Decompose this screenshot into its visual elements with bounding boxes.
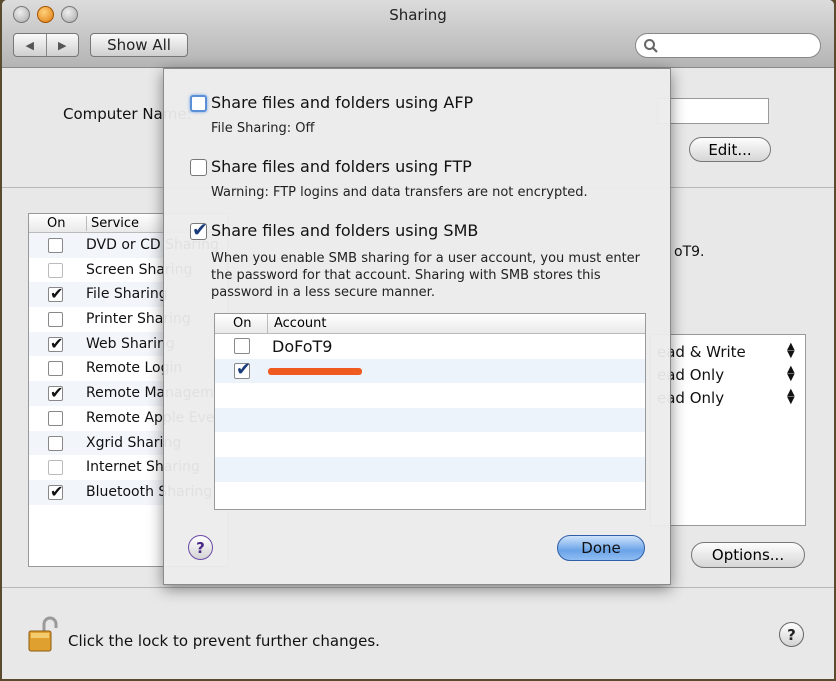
updown-arrows-icon: ▲ ▼ bbox=[787, 387, 795, 406]
nav-segmented-control: ◀ ▶ bbox=[13, 33, 79, 57]
account-row[interactable]: DoFoT9 bbox=[215, 334, 645, 359]
options-button[interactable]: Options... bbox=[691, 542, 805, 568]
checkmark-icon: ✔ bbox=[50, 481, 64, 501]
account-checkbox[interactable]: ✔ bbox=[234, 359, 251, 380]
title-bar: Sharing ◀ ▶ Show All bbox=[2, 0, 834, 68]
header-service: Service bbox=[86, 216, 139, 231]
side-text: oT9. bbox=[674, 244, 705, 260]
show-all-button[interactable]: Show All bbox=[90, 33, 188, 57]
checkmark-icon: ✔ bbox=[236, 358, 252, 380]
service-checkbox[interactable] bbox=[48, 460, 63, 476]
redacted-account-name bbox=[268, 367, 362, 375]
search-icon bbox=[644, 39, 658, 53]
service-checkbox[interactable] bbox=[48, 435, 63, 451]
afp-label: Share files and folders using AFP bbox=[211, 93, 474, 112]
accounts-list: On Account DoFoT9 ✔ bbox=[214, 313, 646, 510]
header-on: On bbox=[47, 216, 66, 231]
lock-text: Click the lock to prevent further change… bbox=[68, 632, 380, 650]
smb-description: When you enable SMB sharing for a user a… bbox=[211, 251, 641, 300]
checkmark-icon: ✔ bbox=[50, 333, 64, 353]
afp-checkbox[interactable] bbox=[190, 95, 207, 112]
service-checkbox[interactable] bbox=[48, 410, 63, 426]
service-checkbox[interactable] bbox=[48, 312, 63, 328]
checkmark-icon: ✔ bbox=[50, 383, 64, 403]
done-button[interactable]: Done bbox=[557, 535, 645, 561]
edit-button[interactable]: Edit... bbox=[689, 137, 771, 162]
account-row bbox=[215, 383, 645, 408]
service-label: File Sharing bbox=[86, 286, 168, 303]
updown-arrows-icon: ▲ ▼ bbox=[787, 341, 795, 360]
account-row bbox=[215, 407, 645, 433]
service-label: Web Sharing bbox=[86, 335, 175, 352]
divider bbox=[2, 587, 834, 588]
search-input[interactable] bbox=[635, 33, 821, 58]
unlocked-lock-icon[interactable] bbox=[26, 615, 62, 653]
service-checkbox[interactable]: ✔ bbox=[48, 284, 64, 304]
permissions-list: ead & Write ▲ ▼ ead Only ▲ ▼ ead Only ▲ ▼ bbox=[650, 334, 806, 526]
header-account: Account bbox=[267, 314, 327, 334]
help-button[interactable]: ? bbox=[779, 622, 804, 647]
service-checkbox[interactable] bbox=[48, 238, 63, 253]
window-title: Sharing bbox=[389, 6, 447, 24]
account-row bbox=[215, 482, 645, 507]
service-checkbox[interactable]: ✔ bbox=[48, 333, 64, 353]
help-button[interactable]: ? bbox=[188, 535, 213, 560]
updown-arrows-icon: ▲ ▼ bbox=[787, 364, 795, 383]
service-checkbox[interactable] bbox=[48, 361, 63, 377]
ftp-checkbox[interactable] bbox=[190, 159, 207, 176]
account-row[interactable]: ✔ bbox=[215, 358, 645, 384]
afp-description: File Sharing: Off bbox=[211, 121, 315, 136]
computer-name-field[interactable] bbox=[657, 98, 769, 124]
back-button[interactable]: ◀ bbox=[14, 34, 47, 56]
account-row bbox=[215, 456, 645, 482]
checkmark-icon: ✔ bbox=[50, 284, 64, 304]
smb-label: Share files and folders using SMB bbox=[211, 221, 479, 240]
header-on: On bbox=[233, 316, 252, 331]
file-sharing-options-sheet: Share files and folders using AFP File S… bbox=[163, 68, 671, 585]
smb-checkbox[interactable]: ✔ bbox=[190, 219, 208, 241]
accounts-header: On Account bbox=[215, 314, 645, 334]
ftp-description: Warning: FTP logins and data transfers a… bbox=[211, 185, 588, 200]
ftp-label: Share files and folders using FTP bbox=[211, 157, 472, 176]
checkmark-icon: ✔ bbox=[192, 219, 208, 241]
forward-button[interactable]: ▶ bbox=[47, 34, 79, 56]
account-row bbox=[215, 432, 645, 457]
account-name: DoFoT9 bbox=[272, 337, 333, 356]
service-checkbox[interactable]: ✔ bbox=[48, 383, 64, 403]
account-checkbox[interactable] bbox=[234, 338, 250, 354]
service-checkbox[interactable] bbox=[48, 262, 63, 278]
service-checkbox[interactable]: ✔ bbox=[48, 481, 64, 501]
